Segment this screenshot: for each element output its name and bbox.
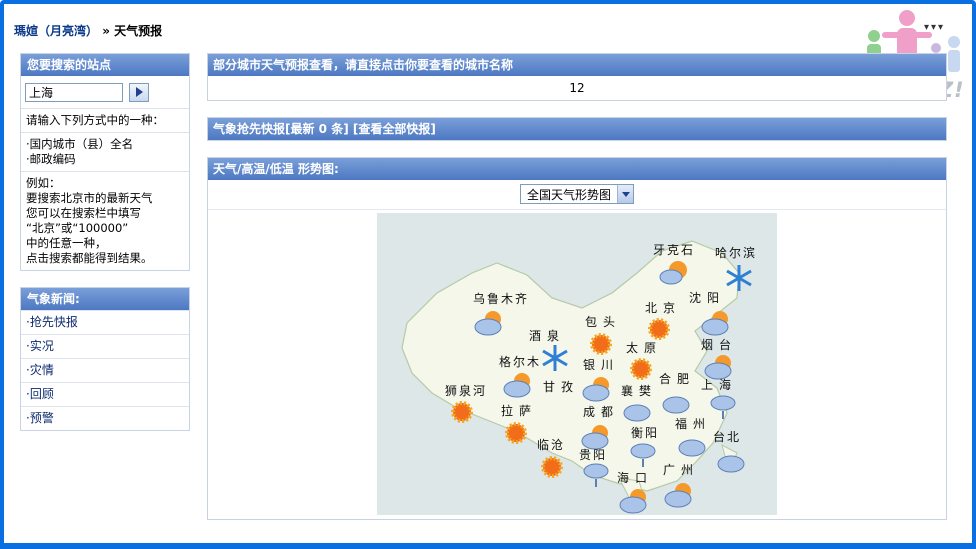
- cloud-icon: [717, 455, 745, 473]
- search-box-panel: 您要搜索的站点 请输入下列方式中的一种： ·国内城市（县）全名 ·邮政编码 例如…: [20, 53, 190, 271]
- example-line: 您可以在搜索栏中填写: [26, 206, 141, 220]
- news-title: 气象新闻:: [21, 288, 189, 310]
- map-type-row: 全国天气形势图: [208, 180, 946, 210]
- example-line: 例如：: [26, 176, 61, 190]
- cloud-sun-icon: [701, 311, 729, 336]
- flash-report-panel: 气象抢先快报[最新 0 条] [查看全部快报]: [207, 117, 947, 141]
- city-forecast-panel: 部分城市天气预报查看，请直接点击你要查看的城市名称 12: [207, 53, 947, 101]
- city-chengdu[interactable]: 成都: [583, 403, 619, 420]
- sun-icon: [590, 333, 612, 355]
- city-urumqi[interactable]: 乌鲁木齐: [473, 290, 529, 307]
- option-postcode: ·邮政编码: [26, 152, 76, 166]
- cloud-icon: [623, 404, 651, 422]
- example-line: 中的任意一种，: [26, 236, 107, 250]
- city-panel-value: 12: [569, 81, 585, 95]
- china-weather-map: 牙克石 哈尔滨 乌鲁木齐 北京 沈阳 酒泉 包头 格尔木 银川 太原 烟台 狮泉…: [377, 213, 777, 515]
- dropdown-button[interactable]: [617, 185, 633, 203]
- example-line: 要搜索北京市的最新天气: [26, 191, 153, 205]
- breadcrumb-separator: »: [102, 24, 110, 38]
- example-text: 例如： 要搜索北京市的最新天气 您可以在搜索栏中填写 “北京”或“100000”…: [21, 171, 189, 270]
- window-controls-dots: ▾▾▾: [924, 22, 946, 33]
- rain-icon: [710, 395, 736, 419]
- sun-cloud-icon: [659, 261, 687, 285]
- city-shenyang[interactable]: 沈阳: [689, 289, 725, 306]
- city-yakeshi[interactable]: 牙克石: [653, 241, 695, 258]
- news-item-disaster[interactable]: ·灾情: [21, 358, 189, 382]
- sun-icon: [451, 401, 473, 423]
- city-ganzi[interactable]: 甘孜: [543, 378, 579, 395]
- news-item-live[interactable]: ·实况: [21, 334, 189, 358]
- window-frame-bottom: [0, 543, 976, 549]
- search-line: [21, 76, 189, 108]
- cloud-sun-icon: [582, 377, 610, 402]
- search-go-button[interactable]: [129, 82, 149, 102]
- breadcrumb-home-link[interactable]: 瑪媗（月亮湾）: [14, 24, 98, 38]
- cloud-sun-icon: [704, 355, 732, 380]
- example-line: “北京”或“100000”: [26, 221, 129, 235]
- breadcrumb: 瑪媗（月亮湾） » 天气预报: [14, 22, 162, 39]
- city-hefei[interactable]: 合肥: [659, 370, 695, 387]
- option-city-name: ·国内城市（县）全名: [26, 137, 134, 151]
- cloud-sun-icon: [474, 311, 502, 336]
- map-type-select[interactable]: 全国天气形势图: [519, 184, 634, 204]
- flash-panel-title[interactable]: 气象抢先快报[最新 0 条] [查看全部快报]: [208, 118, 946, 140]
- cloud-sun-icon: [581, 425, 609, 450]
- city-baotou[interactable]: 包头: [585, 313, 621, 330]
- cloud-sun-icon: [503, 373, 531, 398]
- city-lincang[interactable]: 临沧: [537, 436, 565, 453]
- city-search-input[interactable]: [25, 82, 123, 102]
- cloud-icon: [662, 396, 690, 414]
- news-item-review[interactable]: ·回顾: [21, 382, 189, 406]
- breadcrumb-current: 天气预报: [114, 24, 163, 38]
- cloud-sun-icon: [664, 483, 692, 508]
- chevron-down-icon: [621, 191, 630, 197]
- trend-panel-title: 天气/高温/低温 形势图:: [208, 158, 946, 180]
- search-box-title: 您要搜索的站点: [21, 54, 189, 76]
- weather-news-panel: 气象新闻: ·抢先快报 ·实况 ·灾情 ·回顾 ·预警: [20, 287, 190, 431]
- news-item-warning[interactable]: ·预警: [21, 406, 189, 430]
- city-taipei[interactable]: 台北: [713, 428, 741, 445]
- city-harbin[interactable]: 哈尔滨: [715, 244, 757, 261]
- rain-icon: [630, 443, 656, 467]
- sun-icon: [541, 456, 563, 478]
- city-haikou[interactable]: 海口: [617, 469, 653, 486]
- city-guangzhou[interactable]: 广州: [663, 461, 699, 478]
- cloud-icon: [678, 439, 706, 457]
- city-lhasa[interactable]: 拉萨: [501, 402, 537, 419]
- search-options: ·国内城市（县）全名 ·邮政编码: [21, 132, 189, 171]
- sun-icon: [630, 358, 652, 380]
- snow-icon: [726, 265, 752, 291]
- sun-icon: [648, 318, 670, 340]
- example-line: 点击搜索都能得到结果。: [26, 251, 153, 265]
- instructions-title: 请输入下列方式中的一种：: [21, 108, 189, 132]
- snow-icon: [542, 345, 568, 371]
- rain-icon: [583, 463, 609, 487]
- arrow-right-icon: [135, 87, 143, 97]
- map-type-value: 全国天气形势图: [526, 187, 611, 202]
- city-jiuquan[interactable]: 酒泉: [529, 327, 565, 344]
- sun-icon: [505, 422, 527, 444]
- city-golmud[interactable]: 格尔木: [499, 353, 541, 370]
- news-item-flash[interactable]: ·抢先快报: [21, 310, 189, 334]
- cloud-sun-icon: [619, 489, 647, 514]
- city-panel-title: 部分城市天气预报查看，请直接点击你要查看的城市名称: [208, 54, 946, 76]
